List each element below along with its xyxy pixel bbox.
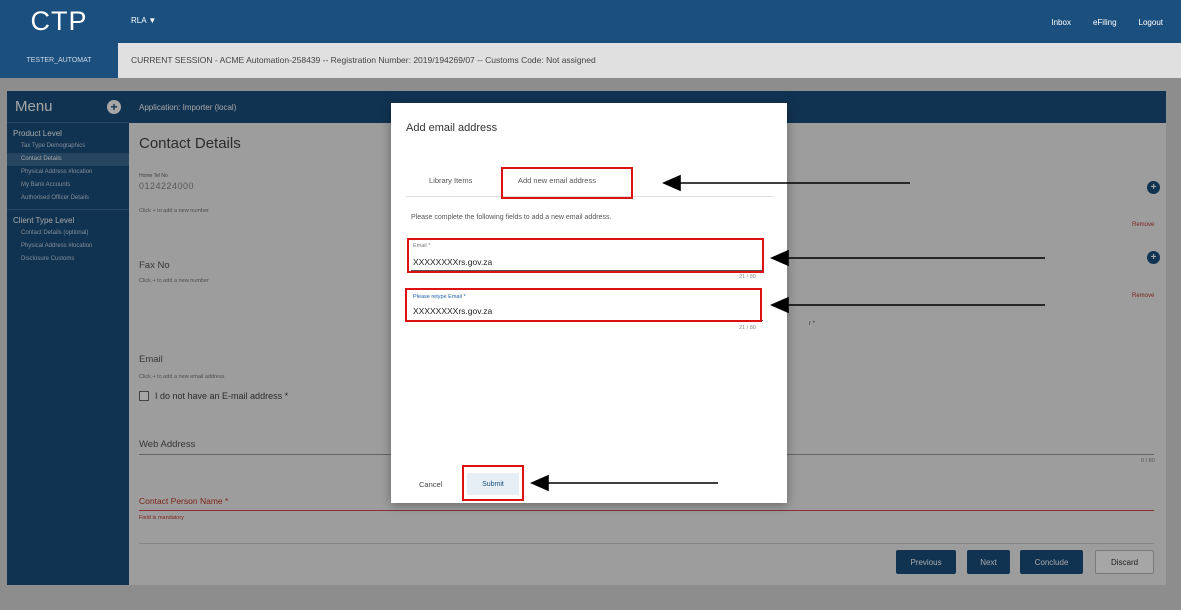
email-counter: 21 / 80 [739, 274, 756, 280]
top-bar: CTP RLA ▼ Inbox eFiling Logout [0, 0, 1181, 43]
app-switch-dropdown[interactable]: RLA ▼ [131, 16, 156, 25]
retype-email-counter: 21 / 80 [739, 325, 756, 331]
annotation-box-email [407, 238, 764, 273]
annotation-box-retype [405, 288, 762, 322]
session-text: CURRENT SESSION - ACME Automation-258439… [131, 55, 596, 65]
logout-link[interactable]: Logout [1139, 18, 1163, 27]
inbox-link[interactable]: Inbox [1051, 18, 1071, 27]
efiling-link[interactable]: eFiling [1093, 18, 1117, 27]
annotation-box-tab [501, 167, 633, 199]
session-user: TESTER_AUTOMAT [0, 43, 118, 78]
annotation-box-submit [462, 465, 524, 501]
top-links: Inbox eFiling Logout [1051, 18, 1163, 27]
tab-library-items[interactable]: Library Items [429, 176, 472, 185]
session-bar: TESTER_AUTOMAT CURRENT SESSION - ACME Au… [0, 43, 1181, 78]
cancel-button[interactable]: Cancel [419, 480, 442, 489]
dialog-title: Add email address [406, 122, 498, 134]
ctp-logo: CTP [30, 6, 88, 36]
dialog-instruction: Please complete the following fields to … [411, 214, 612, 221]
